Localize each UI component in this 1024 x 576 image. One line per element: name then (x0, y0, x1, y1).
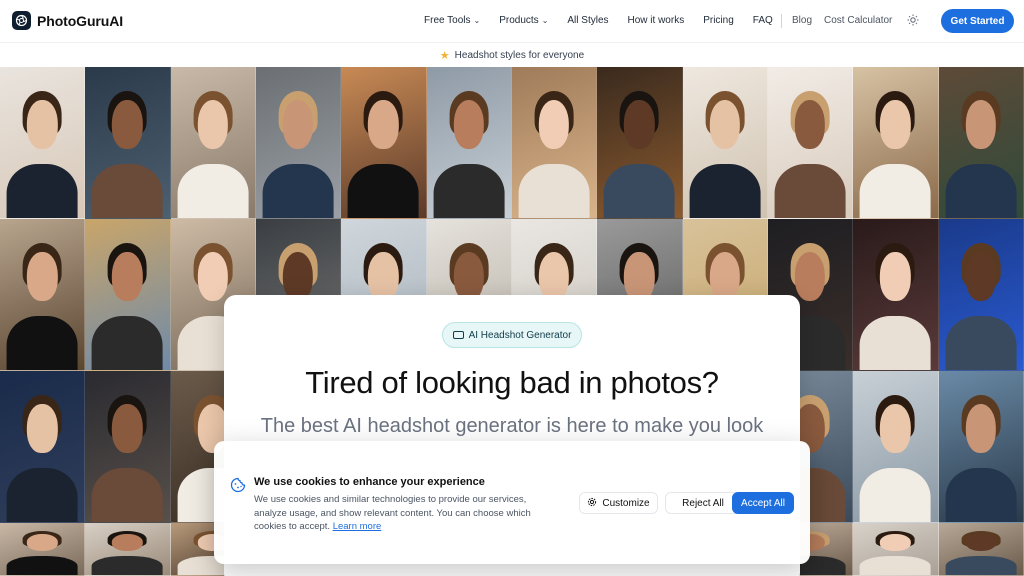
nav-faq-label: FAQ (752, 15, 773, 26)
headshot-photo (85, 219, 171, 371)
sun-icon[interactable] (906, 14, 920, 28)
reject-all-button[interactable]: Reject All (665, 492, 741, 514)
cookie-consent-dialog: We use cookies to enhance your experienc… (214, 441, 810, 564)
banner-text: Headshot styles for everyone (454, 49, 585, 61)
cookie-body: We use cookies and similar technologies … (254, 494, 531, 532)
customize-label: Customize (602, 497, 650, 509)
hero-badge-label: AI Headshot Generator (468, 329, 572, 341)
nav-how-it-works[interactable]: How it works (628, 15, 685, 26)
brand-name: PhotoGuruAI (37, 12, 123, 29)
nav-blog[interactable]: Blog (792, 15, 812, 26)
headshot-photo (85, 523, 171, 576)
hero-subtitle: The best AI headshot generator is here t… (260, 415, 764, 437)
headshot-photo (85, 67, 171, 219)
cookie-icon (230, 477, 246, 493)
headshot-photo (938, 219, 1024, 371)
nav-pricing-label: Pricing (703, 15, 734, 26)
chevron-down-icon: ⌄ (473, 16, 481, 25)
top-navbar: PhotoGuruAI Free Tools ⌄ Products ⌄ All St… (0, 0, 1024, 43)
hero-badge: AI Headshot Generator (442, 322, 582, 348)
nav-free-tools[interactable]: Free Tools ⌄ (424, 15, 480, 26)
id-card-icon (452, 331, 464, 339)
logo[interactable]: PhotoGuruAI (12, 11, 123, 30)
headshot-photo (938, 523, 1024, 576)
nav-free-tools-label: Free Tools (424, 15, 471, 26)
headshot-photo (0, 67, 86, 219)
nav-how-it-works-label: How it works (627, 15, 685, 26)
headshot-photo (511, 67, 598, 219)
styles-banner: ★ Headshot styles for everyone (0, 43, 1024, 67)
nav-all-styles[interactable]: All Styles (567, 15, 608, 26)
headshot-photo (853, 67, 939, 219)
cookie-description: We use cookies and similar technologies … (254, 493, 556, 534)
headshot-photo (853, 219, 939, 371)
learn-more-link[interactable]: Learn more (333, 521, 382, 532)
headshot-photo (938, 67, 1024, 219)
headshot-photo (938, 371, 1024, 523)
accept-all-button[interactable]: Accept All (732, 492, 794, 514)
nav-cost-calculator[interactable]: Cost Calculator (824, 15, 892, 26)
gear-icon (587, 497, 597, 510)
headshot-photo (85, 371, 171, 523)
nav-products[interactable]: Products ⌄ (499, 15, 548, 26)
customize-button[interactable]: Customize (579, 492, 658, 514)
nav-divider (781, 14, 782, 28)
headshot-photo (426, 67, 512, 219)
headshot-photo (170, 67, 256, 219)
headshot-photo (682, 67, 768, 219)
headshot-photo (767, 67, 854, 219)
nav-pricing[interactable]: Pricing (703, 15, 734, 26)
hero-title: Tired of looking bad in photos? (305, 365, 719, 400)
headshot-photo (853, 371, 939, 523)
chevron-down-icon: ⌄ (541, 16, 549, 25)
nav-products-label: Products (499, 15, 539, 26)
camera-aperture-icon (12, 11, 31, 30)
star-icon: ★ (439, 49, 450, 62)
nav-faq[interactable]: FAQ (753, 15, 773, 26)
secondary-menu: Blog Cost Calculator (792, 15, 904, 26)
headshot-photo (0, 219, 86, 371)
main-menu: Free Tools ⌄ Products ⌄ All Styles How it … (424, 15, 792, 26)
headshot-photo (0, 523, 86, 576)
nav-all-styles-label: All Styles (567, 15, 609, 26)
headshot-photo (0, 371, 86, 523)
headshot-photo (255, 67, 342, 219)
headshot-photo (597, 67, 683, 219)
headshot-photo (341, 67, 427, 219)
cookie-title: We use cookies to enhance your experienc… (254, 476, 485, 488)
headshot-photo (853, 523, 939, 576)
get-started-button[interactable]: Get Started (941, 9, 1014, 33)
